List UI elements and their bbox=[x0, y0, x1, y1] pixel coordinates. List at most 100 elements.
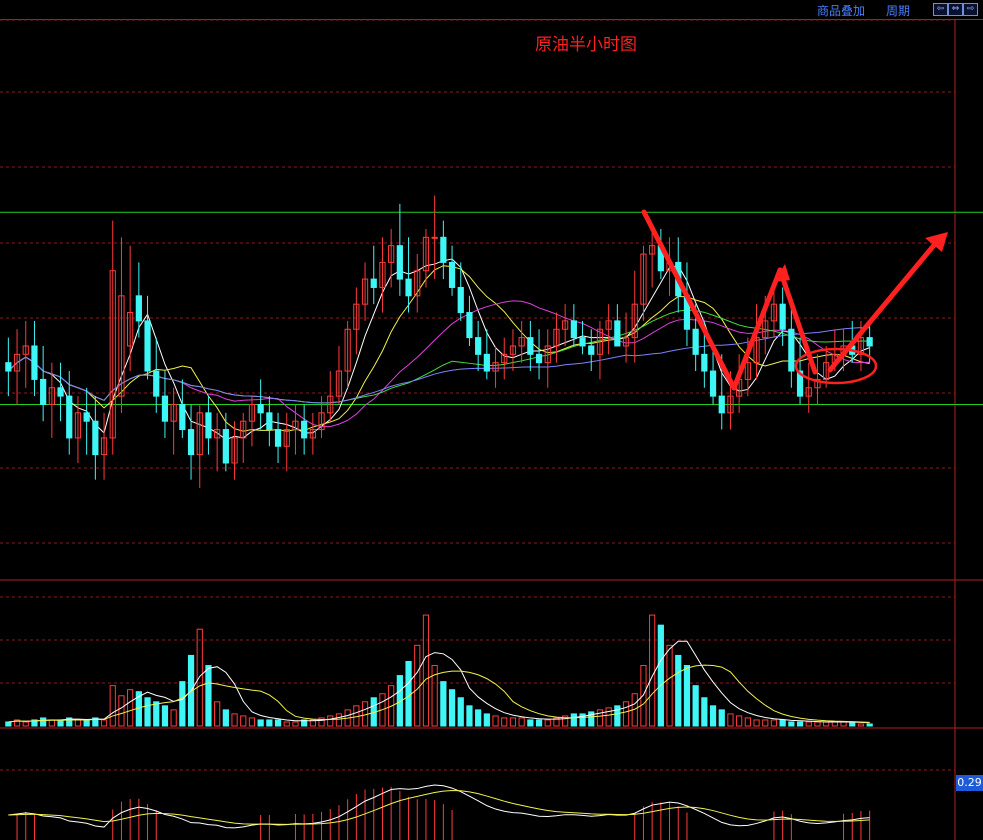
volume-bar bbox=[727, 713, 734, 727]
volume-bar bbox=[22, 721, 29, 727]
volume-bar bbox=[814, 721, 821, 727]
volume-bar bbox=[622, 701, 630, 727]
volume-bar bbox=[144, 697, 151, 727]
volume-bar bbox=[448, 689, 456, 727]
volume-bar bbox=[796, 721, 804, 727]
candle-body bbox=[257, 403, 264, 414]
volume-bar bbox=[692, 685, 699, 727]
volume-bar bbox=[605, 707, 612, 727]
indicator-value-badge: 0.29 bbox=[956, 775, 983, 791]
candle-body bbox=[161, 395, 169, 422]
volume-bar bbox=[544, 719, 551, 727]
volume-bar bbox=[40, 717, 47, 727]
volume-bar bbox=[196, 628, 203, 727]
candle-body bbox=[718, 395, 725, 414]
candle-body bbox=[396, 245, 403, 280]
volume-bar bbox=[709, 705, 717, 727]
volume-bar bbox=[501, 717, 508, 727]
volume-bar bbox=[231, 713, 238, 727]
candle-body bbox=[527, 337, 534, 355]
volume-bar bbox=[831, 721, 838, 727]
volume-bar bbox=[683, 665, 691, 727]
volume-bar bbox=[414, 644, 421, 727]
volume-bar bbox=[509, 717, 517, 727]
candle-body bbox=[153, 370, 160, 397]
candle-body bbox=[222, 429, 229, 464]
volume-bar bbox=[770, 719, 778, 727]
candle-body bbox=[788, 328, 795, 372]
candle-body bbox=[466, 312, 473, 339]
annotation-down-stroke bbox=[641, 209, 737, 391]
price-chart[interactable] bbox=[0, 0, 983, 840]
volume-bar bbox=[866, 723, 873, 727]
candle-body bbox=[266, 412, 273, 431]
volume-bar bbox=[483, 713, 490, 727]
candle-body bbox=[614, 320, 621, 347]
volume-bar bbox=[840, 721, 847, 727]
candle-body bbox=[457, 286, 464, 314]
candle-body bbox=[475, 337, 482, 355]
candle-body bbox=[57, 387, 64, 397]
volume-bar bbox=[466, 705, 473, 727]
volume-bar bbox=[74, 719, 82, 727]
volume-bar bbox=[657, 624, 664, 727]
volume-bar bbox=[257, 719, 264, 727]
volume-bar bbox=[570, 713, 577, 727]
volume-bar bbox=[779, 719, 786, 727]
chart-title: 原油半小时图 bbox=[535, 35, 637, 55]
volume-bar bbox=[440, 681, 447, 727]
candle-body bbox=[779, 303, 786, 330]
volume-bar bbox=[127, 689, 134, 727]
candle-body bbox=[440, 236, 447, 263]
volume-bar bbox=[518, 717, 525, 727]
candle-body bbox=[701, 353, 708, 372]
candle-body bbox=[31, 345, 38, 380]
volume-bar bbox=[475, 709, 482, 727]
volume-bar bbox=[701, 697, 708, 727]
volume-bar bbox=[762, 719, 769, 727]
volume-bar bbox=[788, 721, 795, 727]
volume-bar bbox=[527, 719, 534, 727]
volume-bar bbox=[57, 719, 64, 727]
volume-bar bbox=[675, 654, 682, 727]
volume-bar bbox=[170, 709, 177, 727]
volume-bar bbox=[179, 681, 186, 727]
volume-bar bbox=[823, 721, 830, 727]
candle-body bbox=[431, 236, 438, 239]
candle-body bbox=[301, 420, 308, 439]
volume-bar bbox=[48, 719, 55, 727]
candle-body bbox=[692, 328, 699, 355]
candle-body bbox=[187, 429, 195, 456]
candle-body bbox=[92, 420, 99, 456]
volume-bar bbox=[744, 717, 751, 727]
volume-bar bbox=[214, 701, 221, 727]
volume-bar bbox=[240, 715, 247, 727]
candle-body bbox=[83, 412, 90, 422]
candle-body bbox=[144, 320, 151, 372]
ma10-line bbox=[8, 265, 870, 432]
volume-bar bbox=[5, 721, 12, 727]
volume-bar bbox=[666, 644, 673, 727]
volume-bar bbox=[805, 721, 812, 727]
candle-body bbox=[588, 345, 595, 355]
volume-bar bbox=[422, 614, 430, 727]
candle-body bbox=[370, 278, 377, 288]
ma40-line bbox=[8, 309, 870, 404]
volume-bar bbox=[405, 660, 412, 727]
volume-bar bbox=[153, 701, 160, 727]
candle-body bbox=[535, 353, 543, 364]
volume-bar bbox=[109, 685, 116, 727]
volume-bar bbox=[161, 705, 169, 727]
candle-body bbox=[179, 403, 186, 431]
candle-body bbox=[40, 378, 47, 405]
volume-bar bbox=[492, 715, 499, 727]
volume-bar bbox=[327, 715, 334, 727]
volume-bar bbox=[335, 713, 343, 727]
volume-bar bbox=[736, 715, 743, 727]
volume-bar bbox=[535, 719, 543, 727]
volume-bar bbox=[248, 717, 256, 727]
volume-bar bbox=[849, 721, 856, 727]
candle-body bbox=[66, 395, 73, 439]
candle-body bbox=[483, 353, 490, 372]
volume-bar bbox=[118, 695, 125, 727]
